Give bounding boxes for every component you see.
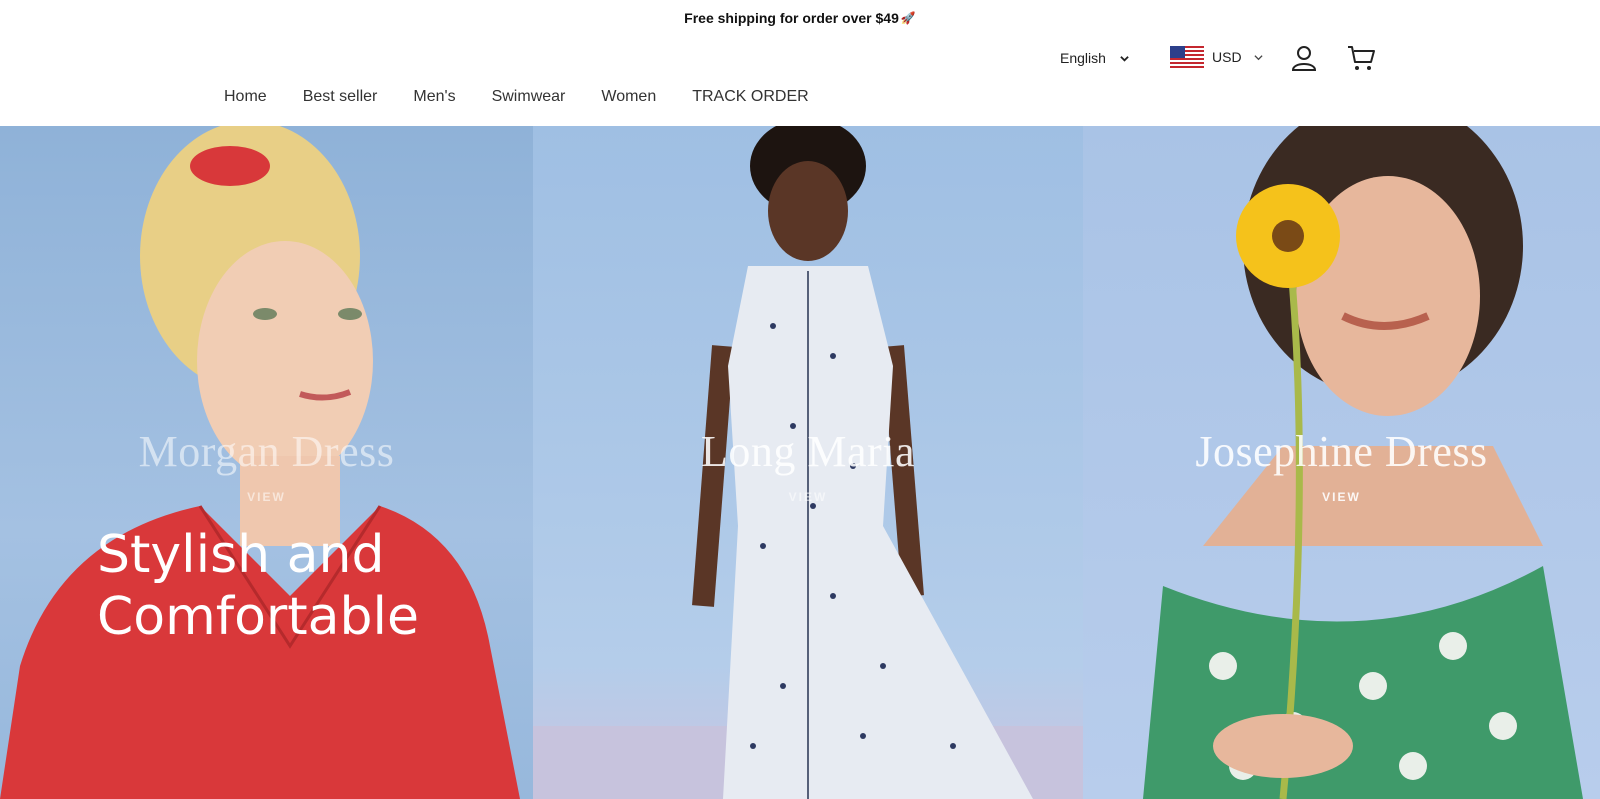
language-label: English	[1060, 50, 1106, 66]
view-link[interactable]: VIEW	[0, 490, 533, 504]
currency-selector[interactable]: USD	[1170, 46, 1263, 68]
nav-item-track-order[interactable]: TRACK ORDER	[692, 88, 808, 106]
chevron-down-icon	[1253, 54, 1263, 60]
view-link[interactable]: VIEW	[533, 490, 1083, 504]
main-nav: Home Best seller Men's Swimwear Women TR…	[224, 88, 809, 106]
hero-banner: Morgan Dress VIEW Stylish and Comfortabl…	[0, 126, 1600, 799]
chevron-down-icon	[1120, 55, 1129, 62]
hero-panel-long-maria[interactable]: Long Maria VIEW	[533, 126, 1083, 799]
account-icon[interactable]	[1290, 44, 1318, 72]
panel-title: Long Maria	[701, 427, 915, 476]
nav-item-mens[interactable]: Men's	[413, 88, 455, 106]
hero-panel-morgan-dress[interactable]: Morgan Dress VIEW Stylish and Comfortabl…	[0, 126, 533, 799]
view-link[interactable]: VIEW	[1083, 490, 1600, 504]
panel-title: Josephine Dress	[1195, 427, 1488, 476]
panel-title: Morgan Dress	[138, 427, 395, 476]
rocket-icon: 🚀	[900, 11, 916, 25]
currency-label: USD	[1212, 49, 1242, 65]
nav-item-women[interactable]: Women	[601, 88, 656, 106]
hero-headline: Stylish and Comfortable	[97, 525, 419, 647]
nav-item-swimwear[interactable]: Swimwear	[492, 88, 566, 106]
header: English USD Home Best seller Men's Swimw…	[0, 36, 1600, 126]
announcement-bar: Free shipping for order over $49 🚀	[0, 0, 1600, 36]
nav-item-best-seller[interactable]: Best seller	[303, 88, 378, 106]
language-selector[interactable]: English	[1060, 50, 1129, 66]
us-flag-icon	[1170, 46, 1204, 68]
hero-panel-josephine-dress[interactable]: Josephine Dress VIEW	[1083, 126, 1600, 799]
announcement-text: Free shipping for order over $49	[684, 10, 899, 26]
cart-icon[interactable]	[1346, 44, 1376, 72]
nav-item-home[interactable]: Home	[224, 88, 267, 106]
